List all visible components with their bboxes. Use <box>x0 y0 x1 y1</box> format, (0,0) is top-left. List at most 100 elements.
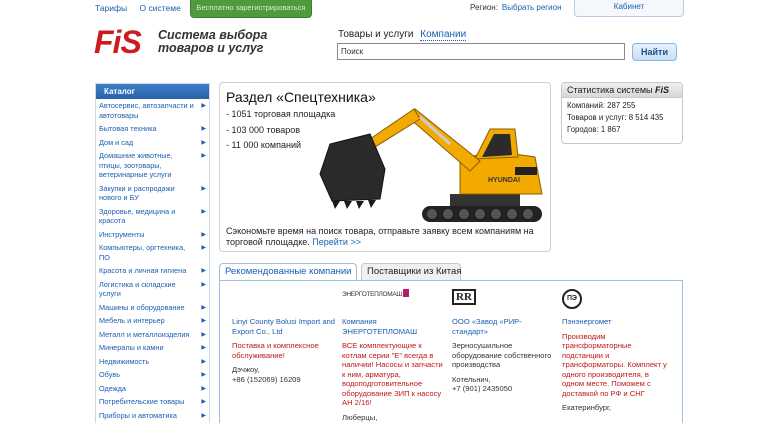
catalog-item-label: Здоровье, медицина и красота <box>99 206 176 226</box>
chevron-right-icon: ▶ <box>201 126 206 132</box>
region-label: Регион: <box>470 3 498 12</box>
chevron-right-icon: ▶ <box>201 318 206 324</box>
stats-title-text: Статистика системы <box>567 85 653 95</box>
catalog-item[interactable]: Машины и оборудование ▶ <box>96 301 209 315</box>
catalog-item[interactable]: Дом и сад ▶ <box>96 136 209 150</box>
site-logo[interactable]: FiS Система выбора товаров и услуг <box>94 24 267 60</box>
stats-title: Статистика системы FiS <box>562 83 682 98</box>
catalog-item-label: Дом и сад <box>99 137 134 147</box>
catalog-item[interactable]: Бытовая техника ▶ <box>96 122 209 136</box>
company-name[interactable]: Пэнэнергомет <box>562 317 672 327</box>
chevron-right-icon: ▶ <box>201 268 206 274</box>
search-tab-goods[interactable]: Товары и услуги <box>338 29 414 40</box>
catalog-item[interactable]: Металл и металлоизделия ▶ <box>96 328 209 342</box>
company-logo-text: ПЭ <box>562 289 582 309</box>
catalog-item[interactable]: Автосервис, автозапчасти и автотовары ▶ <box>96 99 209 122</box>
catalog-item[interactable]: Логистика и складские услуги ▶ <box>96 278 209 301</box>
chevron-right-icon: ▶ <box>201 245 206 251</box>
stats-title-brand: FiS <box>655 85 670 95</box>
chevron-right-icon: ▶ <box>201 412 206 419</box>
company-logo-text: RR <box>452 289 476 305</box>
chevron-right-icon: ▶ <box>201 103 206 109</box>
company-phone: +7 (901) 2435050 <box>452 384 513 393</box>
catalog-item[interactable]: Потребительские товары ▶ <box>96 395 209 409</box>
search-input[interactable] <box>337 43 625 60</box>
catalog-item-label: Приборы и автоматика <box>99 410 177 420</box>
nav-link-tariffs[interactable]: Тарифы <box>95 3 127 13</box>
excavator-image: HYUNDAI <box>319 108 543 222</box>
chevron-right-icon: ▶ <box>201 358 206 365</box>
catalog-item-label: Бытовая техника <box>99 124 157 133</box>
top-nav: Тарифы О системе <box>95 3 191 13</box>
svg-text:HYUNDAI: HYUNDAI <box>488 177 520 184</box>
chevron-right-icon: ▶ <box>201 231 206 238</box>
company-logo: RR <box>452 289 557 311</box>
chevron-right-icon: ▶ <box>201 304 206 311</box>
company-card[interactable]: Linyi County Bolusi Import and Export Co… <box>232 289 337 384</box>
company-desc: ВСЕ комплектующие к котлам серии "Е" все… <box>342 341 443 407</box>
catalog-item[interactable]: Здоровье, медицина и красота ▶ <box>96 205 209 228</box>
company-logo: ЭНЕРГОТЕПЛОМАШ <box>342 289 447 311</box>
region-selector: Регион: Выбрать регион <box>470 3 562 12</box>
catalog-item[interactable]: Обувь ▶ <box>96 368 209 382</box>
logo-mark: FiS <box>94 24 142 60</box>
search-button[interactable]: Найти <box>632 43 677 61</box>
tab-china-suppliers[interactable]: Поставщики из Китая <box>361 263 461 281</box>
search-tabs: Товары и услуги Компании <box>338 29 467 41</box>
company-city: Екатеринбург, <box>562 403 611 412</box>
catalog-item-label: Недвижимость <box>99 356 150 366</box>
catalog-item[interactable]: Домашние животные, птицы, зоотовары, вет… <box>96 149 209 182</box>
company-logo <box>232 289 337 311</box>
catalog-item[interactable]: Закупки и распродажи нового и БУ ▶ <box>96 182 209 205</box>
catalog-item[interactable]: Минералы и камни ▶ <box>96 341 209 355</box>
company-desc: Поставка и комплексное обслуживание! <box>232 341 319 360</box>
company-card[interactable]: RR ООО «Завод «РИР-стандарт» Зерносушиль… <box>452 289 557 394</box>
company-name[interactable]: Компания ЭНЕРГОТЕПЛОМАШ <box>342 317 447 336</box>
company-desc: Производим трансформаторные подстанции и… <box>562 331 667 398</box>
company-city: Котельнич, <box>452 374 491 384</box>
company-logo: ПЭ <box>562 289 672 311</box>
top-bar: Тарифы О системе Бесплатно зарегистриров… <box>0 0 777 18</box>
stats-goods: Товаров и услуг: 8 514 435 <box>567 113 664 122</box>
promo-description: Сэкономьте время на поиск товара, отправ… <box>226 226 534 247</box>
catalog-item[interactable]: Красота и личная гигиена ▶ <box>96 264 209 278</box>
stats-companies: Компаний: 287 255 <box>567 101 636 110</box>
catalog-title: Каталог <box>96 84 209 99</box>
cabinet-button[interactable]: Кабинет <box>574 0 684 17</box>
flame-icon <box>403 289 410 297</box>
chevron-right-icon: ▶ <box>201 372 206 378</box>
catalog-item[interactable]: Мебель и интерьер ▶ <box>96 314 209 328</box>
promo-text: Сэкономьте время на поиск товара, отправ… <box>226 226 546 248</box>
company-city: Люберцы, <box>342 412 378 422</box>
catalog-item[interactable]: Недвижимость ▶ <box>96 355 209 369</box>
company-card[interactable]: ЭНЕРГОТЕПЛОМАШ Компания ЭНЕРГОТЕПЛОМАШ В… <box>342 289 447 422</box>
catalog-item-label: Домашние животные, птицы, зоотовары, вет… <box>99 151 173 179</box>
company-desc: Зерносушильное оборудование собственного… <box>452 341 552 369</box>
catalog-item[interactable]: Инструменты ▶ <box>96 228 209 242</box>
catalog-item-label: Красота и личная гигиена <box>99 266 187 275</box>
company-name[interactable]: ООО «Завод «РИР-стандарт» <box>452 317 557 336</box>
company-logo-text: ЭНЕРГОТЕПЛОМАШ <box>342 291 403 298</box>
catalog-item-label: Потребительские товары <box>99 397 185 406</box>
catalog-item[interactable]: Компьютеры, оргтехника, ПО ▶ <box>96 241 209 264</box>
promo-banner[interactable]: Раздел «Спецтехника» - 1051 торговая пло… <box>219 82 551 252</box>
catalog-item-label: Логистика и складские услуги <box>99 279 176 299</box>
tab-recommended[interactable]: Рекомендованные компании <box>219 263 357 281</box>
promo-more-link[interactable]: Перейти >> <box>312 237 361 247</box>
region-select-link[interactable]: Выбрать регион <box>502 3 562 12</box>
company-phone: +86 (152069) 16209 <box>232 374 301 384</box>
catalog-item[interactable]: Приборы и автоматика ▶ <box>96 409 209 423</box>
company-name[interactable]: Linyi County Bolusi Import and Export Co… <box>232 317 337 336</box>
company-card[interactable]: ПЭ Пэнэнергомет Производим трансформатор… <box>562 289 672 413</box>
chevron-right-icon: ▶ <box>201 385 206 392</box>
company-city: Дэчжоу, <box>232 365 260 374</box>
search-tab-companies[interactable]: Компании <box>420 29 467 41</box>
catalog-item-label: Инструменты <box>99 229 145 239</box>
catalog-item-label: Компьютеры, оргтехника, ПО <box>99 243 186 262</box>
catalog-item[interactable]: Одежда ▶ <box>96 382 209 396</box>
chevron-right-icon: ▶ <box>201 208 206 215</box>
register-button[interactable]: Бесплатно зарегистрироваться <box>190 0 312 18</box>
nav-link-about[interactable]: О системе <box>140 3 181 13</box>
companies-panel: Linyi County Bolusi Import and Export Co… <box>219 280 683 423</box>
catalog-item-label: Обувь <box>99 370 121 379</box>
